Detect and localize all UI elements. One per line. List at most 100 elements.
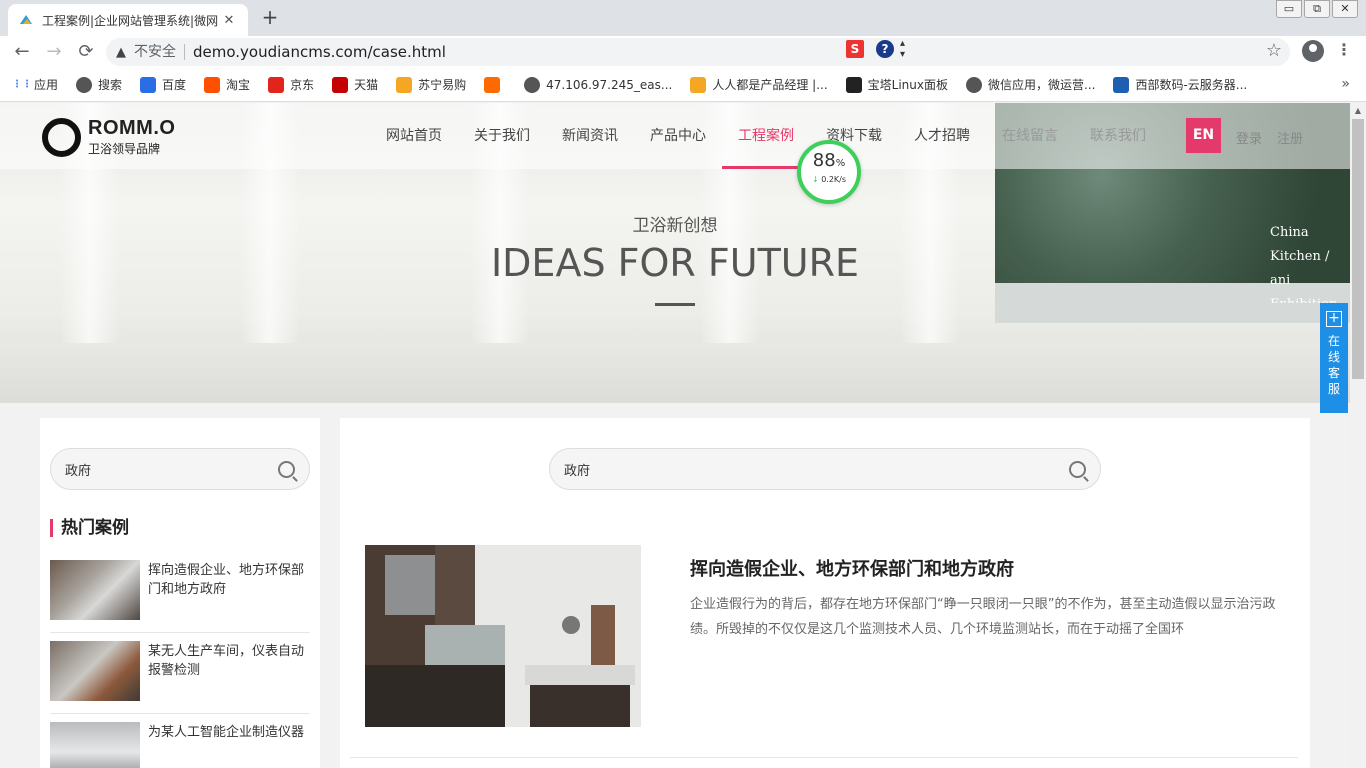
window-controls: ▭ ⧉ ✕ [1274,0,1358,18]
online-service-button[interactable]: + 在 线 客 服 [1320,303,1348,413]
nav-jobs[interactable]: 人才招聘 [898,103,986,169]
bookmark-item[interactable]: 京东 [268,76,314,93]
woshipm-icon [690,76,707,93]
page-scrollbar[interactable]: ▲ [1350,103,1366,768]
logo-name[interactable]: ROMM.O [88,117,175,140]
browser-tab[interactable]: 工程案例|企业网站管理系统|微网 ✕ [8,4,248,36]
bookmark-item[interactable]: 百度 [140,76,186,93]
register-link[interactable]: 注册 [1277,128,1303,147]
case-image[interactable] [365,545,641,727]
nav-products[interactable]: 产品中心 [634,103,722,169]
insecure-label: 不安全 [134,44,185,60]
nav-contact[interactable]: 联系我们 [1074,103,1162,169]
close-window-button[interactable]: ✕ [1332,0,1358,18]
tmall-icon [332,76,349,93]
restore-button[interactable]: ⧉ [1304,0,1330,18]
bookmark-item[interactable]: 苏宁易购 [396,76,466,93]
case-title[interactable]: 挥向造假企业、地方环保部门和地方政府 [690,555,1014,581]
language-en-button[interactable]: EN [1186,118,1221,153]
nav-about[interactable]: 关于我们 [458,103,546,169]
bookmark-item[interactable]: ⋮⋮ 应用 [12,76,58,93]
globe-icon [76,76,93,93]
suning-icon [396,76,413,93]
globe-icon [524,76,541,93]
service-char: 客 [1327,366,1340,380]
minimize-button[interactable]: ▭ [1276,0,1302,18]
list-item[interactable]: 挥向造假企业、地方环保部门和地方政府 [50,552,310,633]
list-item[interactable]: 某无人生产车间，仪表自动报警检测 [50,633,310,714]
case-card[interactable]: 挥向造假企业、地方环保部门和地方政府 企业造假行为的背后，都存在地方环保部门“睁… [350,528,1298,758]
list-item[interactable]: 为某人工智能企业制造仪器 [50,714,310,768]
bookmark-label: 宝塔Linux面板 [867,78,948,92]
extension-help-icon[interactable]: ? [876,40,894,58]
site-navbar: ROMM.O 卫浴领导品牌 网站首页 关于我们 新闻资讯 产品中心 工程案例 资… [0,103,1350,169]
login-link[interactable]: 登录 [1236,128,1262,147]
side-text-line: Exhibition [1270,293,1350,303]
bookmark-star-icon[interactable]: ☆ [1266,40,1282,61]
network-speed-widget[interactable]: 88% ↓ 0.2K/s [797,140,861,204]
back-arrow-icon[interactable]: ← [10,40,34,64]
jd-icon [268,76,285,93]
browser-menu-icon[interactable]: ⋮ [1336,40,1352,59]
new-tab-button[interactable]: + [258,6,282,30]
sidebar-search-input[interactable]: 政府 [50,448,310,490]
bookmark-label: 搜索 [98,78,123,92]
taobao-icon [204,76,221,93]
url-text[interactable]: demo.youdiancms.com/case.html [193,43,446,61]
browser-tabstrip: 工程案例|企业网站管理系统|微网 ✕ + ▭ ⧉ ✕ [0,0,1366,36]
bookmarks-more-icon[interactable]: » [1341,76,1350,92]
sidebar: 政府 热门案例 挥向造假企业、地方环保部门和地方政府 某无人生产车间，仪表自动报… [40,418,320,768]
service-char: 在 [1327,334,1340,348]
aliyun-icon [484,76,501,93]
scroll-thumb[interactable] [1352,119,1364,379]
forward-arrow-icon[interactable]: → [42,40,66,64]
bookmark-item[interactable]: 淘宝 [204,76,250,93]
speed-percent: 88% [812,150,846,171]
speed-rate: ↓ 0.2K/s [811,175,847,184]
profile-avatar-icon[interactable] [1302,40,1324,62]
hero-subtitle: 卫浴新创想 [632,216,718,236]
hot-item-title[interactable]: 某无人生产车间，仪表自动报警检测 [148,641,310,713]
sidebar-search-value[interactable]: 政府 [65,460,278,479]
bookmark-item[interactable]: 宝塔Linux面板 [845,76,948,93]
baidu-paw-icon [140,76,157,93]
site-favicon-icon [18,12,34,28]
search-icon[interactable] [1069,460,1086,478]
search-icon[interactable] [278,460,295,478]
extension-more-icon[interactable]: ▴ ▾ [900,38,905,60]
bookmark-item[interactable]: 47.106.97.245_eas... [524,76,672,93]
nav-home[interactable]: 网站首页 [370,103,458,169]
nav-news[interactable]: 新闻资讯 [546,103,634,169]
main-content: 政府 挥向造假企业、地方环保部门和地方政府 企业造假行为的背后，都存在地方环保部… [340,418,1310,768]
bookmark-label: 百度 [162,78,187,92]
bookmark-item[interactable]: 西部数码-云服务器... [1113,76,1247,93]
tab-close-icon[interactable]: ✕ [220,11,238,29]
case-thumbnail[interactable] [50,641,140,701]
bookmark-item[interactable]: 微信应用，微运营... [966,76,1095,93]
bookmark-item[interactable]: 天猫 [332,76,378,93]
main-search-input[interactable]: 政府 [549,448,1101,490]
browser-toolbar: ← → ⟳ ▲ 不安全 demo.youdiancms.com/case.htm… [0,36,1366,68]
globe-icon [966,76,982,93]
service-char: 服 [1327,382,1340,396]
bookmark-item[interactable]: 人人都是产品经理 |... [690,76,828,93]
nav-guestbook[interactable]: 在线留言 [986,103,1074,169]
bookmark-item[interactable] [484,76,506,93]
hot-cases-heading: 热门案例 [50,519,129,537]
bookmark-label: 微信应用，微运营... [988,78,1096,92]
main-nav: 网站首页 关于我们 新闻资讯 产品中心 工程案例 资料下载 人才招聘 在线留言 … [370,103,1162,169]
case-thumbnail[interactable] [50,722,140,768]
main-search-value[interactable]: 政府 [564,460,1069,479]
scroll-up-arrow-icon[interactable]: ▲ [1350,103,1366,119]
hot-item-title[interactable]: 挥向造假企业、地方环保部门和地方政府 [148,560,310,632]
west-icon [1113,76,1130,93]
nav-cases[interactable]: 工程案例 [722,103,810,169]
reload-icon[interactable]: ⟳ [74,40,98,64]
page-viewport: China Kitchen / ani Exhibition ROMM.O 卫浴… [0,103,1366,768]
hot-item-title[interactable]: 为某人工智能企业制造仪器 [148,722,304,768]
extension-s-icon[interactable]: S [846,40,864,58]
case-thumbnail[interactable] [50,560,140,620]
logo-ring-icon[interactable] [42,118,81,157]
address-bar[interactable]: ▲ 不安全 demo.youdiancms.com/case.html S ? … [106,38,1290,66]
bookmark-item[interactable]: 搜索 [76,76,122,93]
